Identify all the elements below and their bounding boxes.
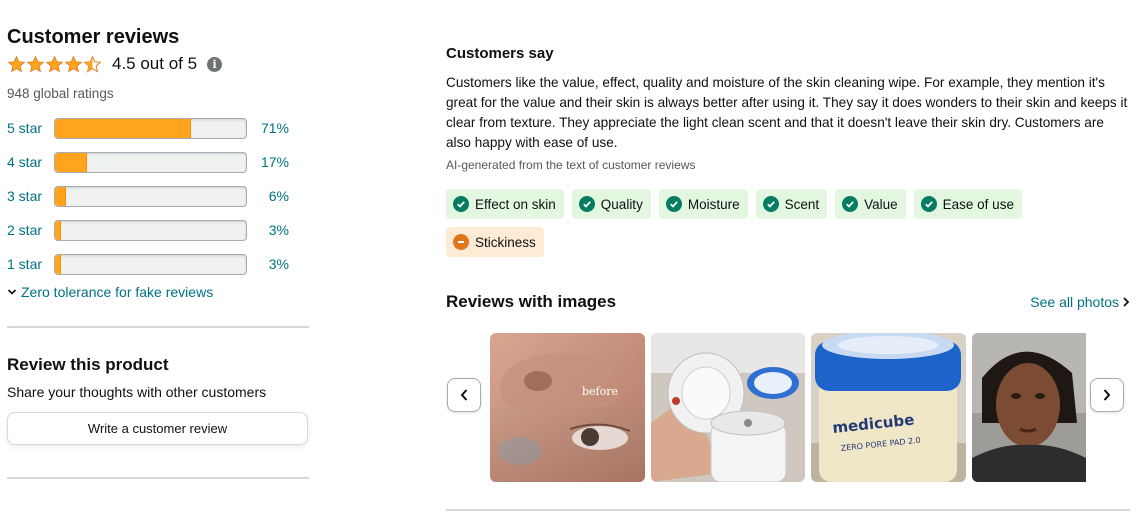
histogram-percent[interactable]: 17% [247, 154, 289, 170]
histogram-star-label[interactable]: 3 star [7, 188, 54, 204]
carousel-prev-button[interactable] [447, 378, 481, 412]
histogram-bar[interactable] [54, 185, 247, 207]
review-photo-face-selfie[interactable] [972, 333, 1086, 482]
aspect-chip[interactable]: Moisture [658, 189, 748, 219]
reviews-with-images-header: Reviews with images See all photos [446, 291, 1130, 313]
aspect-chip-label: Effect on skin [475, 196, 556, 212]
check-circle-icon [453, 196, 469, 212]
aspect-chip-label: Stickiness [475, 234, 536, 250]
star-full-icon [7, 55, 26, 72]
histogram-star-label[interactable]: 1 star [7, 256, 54, 272]
histogram-bar[interactable] [54, 151, 247, 173]
star-full-icon [26, 55, 45, 72]
section-divider [446, 509, 1130, 511]
histogram-row[interactable]: 4 star 17% [7, 145, 309, 179]
aspect-chip-label: Moisture [687, 196, 740, 212]
aspect-chip[interactable]: Ease of use [913, 189, 1022, 219]
histogram-bar[interactable] [54, 219, 247, 241]
aspect-chip[interactable]: Value [835, 189, 906, 219]
review-photo-skin-closeup[interactable]: before [490, 333, 645, 482]
aspect-chip-label: Scent [784, 196, 820, 212]
check-circle-icon [578, 196, 595, 212]
star-full-icon [64, 55, 83, 72]
chevron-down-icon [7, 289, 17, 295]
average-rating-text: 4.5 out of 5 [112, 54, 198, 73]
reviews-with-images-title: Reviews with images [446, 292, 617, 311]
check-circle-icon [920, 196, 937, 212]
aspect-chip[interactable]: Quality [571, 189, 651, 219]
check-circle-icon [665, 196, 682, 212]
star-full-icon [45, 55, 64, 72]
aspect-chip[interactable]: Scent [755, 189, 828, 219]
aspect-chip[interactable]: Effect on skin [446, 189, 564, 219]
minus-circle-icon [453, 234, 469, 250]
section-divider [7, 477, 309, 479]
histogram-row[interactable]: 1 star 3% [7, 247, 309, 281]
face-selfie-image [972, 333, 1086, 482]
aspect-chip-label: Ease of use [942, 196, 1014, 212]
photo-overlay-text: before [582, 385, 618, 398]
medicube-jar-image: medicube ZERO PORE PAD 2.0 [811, 333, 966, 482]
carousel-next-button[interactable] [1090, 378, 1124, 412]
skin-closeup-image: before [490, 333, 645, 482]
customers-say-title: Customers say [446, 45, 554, 62]
review-product-subtitle: Share your thoughts with other customers [7, 384, 267, 400]
star-half-icon [83, 54, 102, 73]
histogram-bar-fill [55, 186, 67, 206]
info-icon[interactable]: i [207, 56, 223, 72]
see-all-photos-label[interactable]: See all photos [1030, 291, 1119, 313]
check-circle-icon [842, 196, 859, 212]
chevron-right-icon [1123, 297, 1130, 307]
see-all-photos-link[interactable]: See all photos [1030, 291, 1130, 313]
histogram-percent[interactable]: 6% [247, 188, 289, 204]
histogram-percent[interactable]: 3% [247, 222, 289, 238]
histogram-row[interactable]: 3 star 6% [7, 179, 309, 213]
histogram-star-label[interactable]: 2 star [7, 222, 54, 238]
chevron-left-icon [460, 389, 468, 401]
review-images-carousel: before medicube ZERO PORE PAD 2.0 [446, 333, 1130, 483]
average-rating-row[interactable]: 4.5 out of 5 i [7, 52, 309, 76]
histogram-bar[interactable] [54, 253, 247, 275]
histogram-star-label[interactable]: 5 star [7, 120, 54, 136]
opened-container-image [651, 333, 805, 482]
review-photo-medicube-jar[interactable]: medicube ZERO PORE PAD 2.0 [811, 333, 966, 482]
customers-say-panel: Customers say Customers like the value, … [446, 44, 1130, 483]
ai-review-summary: Customers like the value, effect, qualit… [446, 75, 1128, 150]
global-ratings-count: 948 global ratings [7, 86, 114, 101]
histogram-row[interactable]: 5 star 71% [7, 111, 309, 145]
histogram-percent[interactable]: 71% [247, 120, 289, 136]
aspect-chip-label: Quality [600, 196, 643, 212]
ai-generated-note: AI-generated from the text of customer r… [446, 158, 696, 172]
histogram-bar[interactable] [54, 117, 247, 139]
histogram-percent[interactable]: 3% [247, 256, 289, 272]
star-rating [7, 54, 102, 74]
histogram-star-label[interactable]: 4 star [7, 154, 54, 170]
review-product-title: Review this product [7, 355, 169, 374]
review-photo-opened-container[interactable] [651, 333, 805, 482]
aspect-chips: Effect on skin Quality Moisture Scent Value E… [446, 189, 1066, 257]
chevron-right-icon [1103, 389, 1111, 401]
aspect-chip-label: Value [864, 196, 898, 212]
section-divider [7, 326, 309, 328]
histogram-bar-fill [55, 220, 61, 240]
histogram-bar-fill [55, 254, 61, 274]
customer-reviews-panel: Customer reviews 4.5 out of 5 i 948 glob… [7, 24, 309, 479]
aspect-chip[interactable]: Stickiness [446, 227, 544, 257]
check-circle-icon [762, 196, 779, 212]
histogram-bar-fill [55, 152, 88, 172]
histogram-row[interactable]: 2 star 3% [7, 213, 309, 247]
write-review-button[interactable]: Write a customer review [7, 412, 308, 445]
zero-tolerance-label[interactable]: Zero tolerance for fake reviews [21, 284, 213, 300]
customer-reviews-title: Customer reviews [7, 26, 180, 48]
rating-histogram: 5 star 71% 4 star 17% 3 star 6% 2 star 3% 1 star… [7, 111, 309, 281]
zero-tolerance-link[interactable]: Zero tolerance for fake reviews [7, 284, 309, 300]
histogram-bar-fill [55, 118, 191, 138]
